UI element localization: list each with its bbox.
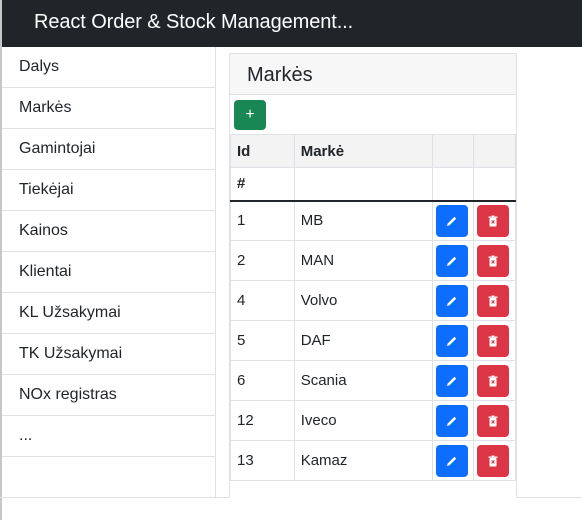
pencil-icon [447, 296, 457, 306]
cell-marke: Iveco [293, 400, 434, 441]
filter-cell-delete [473, 167, 516, 202]
delete-button[interactable] [477, 364, 509, 397]
cell-marke: Scania [293, 360, 434, 401]
trash-icon [488, 215, 498, 227]
table-row: 6 Scania [230, 360, 516, 401]
pencil-icon [447, 456, 457, 466]
trash-icon [488, 415, 498, 426]
table-row: 12 Iveco [230, 400, 516, 441]
sidebar-item-kainos[interactable]: Kainos [2, 211, 216, 252]
delete-button[interactable] [477, 404, 509, 437]
trash-icon [488, 455, 498, 466]
sidebar-item-gamintojai[interactable]: Gamintojai [2, 129, 216, 170]
filter-cell-id[interactable]: # [230, 167, 295, 202]
pencil-icon [447, 336, 457, 346]
sidebar-item-tk-uzsakymai[interactable]: TK Užsakymai [2, 334, 216, 375]
trash-icon [488, 335, 498, 346]
sidebar-item-kl-uzsakymai[interactable]: KL Užsakymai [2, 293, 216, 334]
delete-button[interactable] [477, 324, 509, 357]
table-filter-row: # [230, 167, 516, 202]
table-row: 4 Volvo [230, 280, 516, 321]
edit-button[interactable] [436, 404, 469, 437]
sidebar-item-klientai[interactable]: Klientai [2, 252, 216, 293]
pencil-icon [447, 216, 457, 226]
sidebar-item-markes[interactable]: Markės [2, 88, 216, 129]
table-row: 13 Kamaz [230, 440, 516, 481]
plus-icon: + [245, 106, 255, 123]
cell-id: 13 [230, 440, 295, 481]
card-title: Markės [247, 64, 313, 86]
sidebar-item-tiekejai[interactable]: Tiekėjai [2, 170, 216, 211]
sidebar-item-more[interactable]: ... [2, 416, 216, 457]
cell-id: 12 [230, 400, 295, 441]
table-row: 5 DAF [230, 320, 516, 361]
cell-marke: MB [293, 200, 434, 241]
cell-id: 5 [230, 320, 295, 361]
cell-id: 4 [230, 280, 295, 321]
edit-button[interactable] [436, 364, 469, 397]
pencil-icon [447, 376, 457, 386]
trash-icon [488, 255, 498, 266]
cell-marke: Volvo [293, 280, 434, 321]
delete-button[interactable] [477, 204, 509, 237]
filter-cell-marke[interactable] [293, 167, 434, 202]
pencil-icon [447, 416, 457, 426]
cell-id: 6 [230, 360, 295, 401]
navbar: React Order & Stock Management... [2, 0, 582, 47]
edit-button[interactable] [436, 284, 469, 317]
edit-button[interactable] [436, 204, 469, 237]
table-header-row: Id Markė [230, 134, 516, 168]
cell-marke: DAF [293, 320, 434, 361]
app-title[interactable]: React Order & Stock Management... [34, 10, 353, 34]
table-row: 1 MB [230, 200, 516, 241]
edit-button[interactable] [436, 244, 469, 277]
sidebar-item-nox-registras[interactable]: NOx registras [2, 375, 216, 416]
column-header-delete [473, 134, 516, 168]
brands-table: Id Markė # 1 MB 2 MAN 4 Volvo 5 DAF 6 Sc… [230, 134, 516, 481]
edit-button[interactable] [436, 324, 469, 357]
column-header-id[interactable]: Id [230, 134, 295, 168]
column-header-marke[interactable]: Markė [293, 134, 434, 168]
delete-button[interactable] [477, 444, 509, 477]
edit-button[interactable] [436, 444, 469, 477]
trash-icon [488, 375, 498, 386]
cell-id: 1 [230, 200, 295, 241]
cell-id: 2 [230, 240, 295, 281]
column-header-edit [432, 134, 474, 168]
cell-marke: Kamaz [293, 440, 434, 481]
filter-cell-edit [432, 167, 474, 202]
card-header: Markės [230, 54, 516, 95]
add-brand-button[interactable]: + [234, 100, 266, 130]
delete-button[interactable] [477, 244, 509, 277]
trash-icon [488, 295, 498, 306]
delete-button[interactable] [477, 284, 509, 317]
markes-card: Markės + Id Markė # 1 MB 2 MAN 4 Volvo 5… [229, 53, 517, 498]
cell-marke: MAN [293, 240, 434, 281]
table-row: 2 MAN [230, 240, 516, 281]
pencil-icon [447, 256, 457, 266]
sidebar-item-dalys[interactable]: Dalys [2, 47, 216, 88]
sidebar: Dalys Markės Gamintojai Tiekėjai Kainos … [2, 47, 216, 498]
